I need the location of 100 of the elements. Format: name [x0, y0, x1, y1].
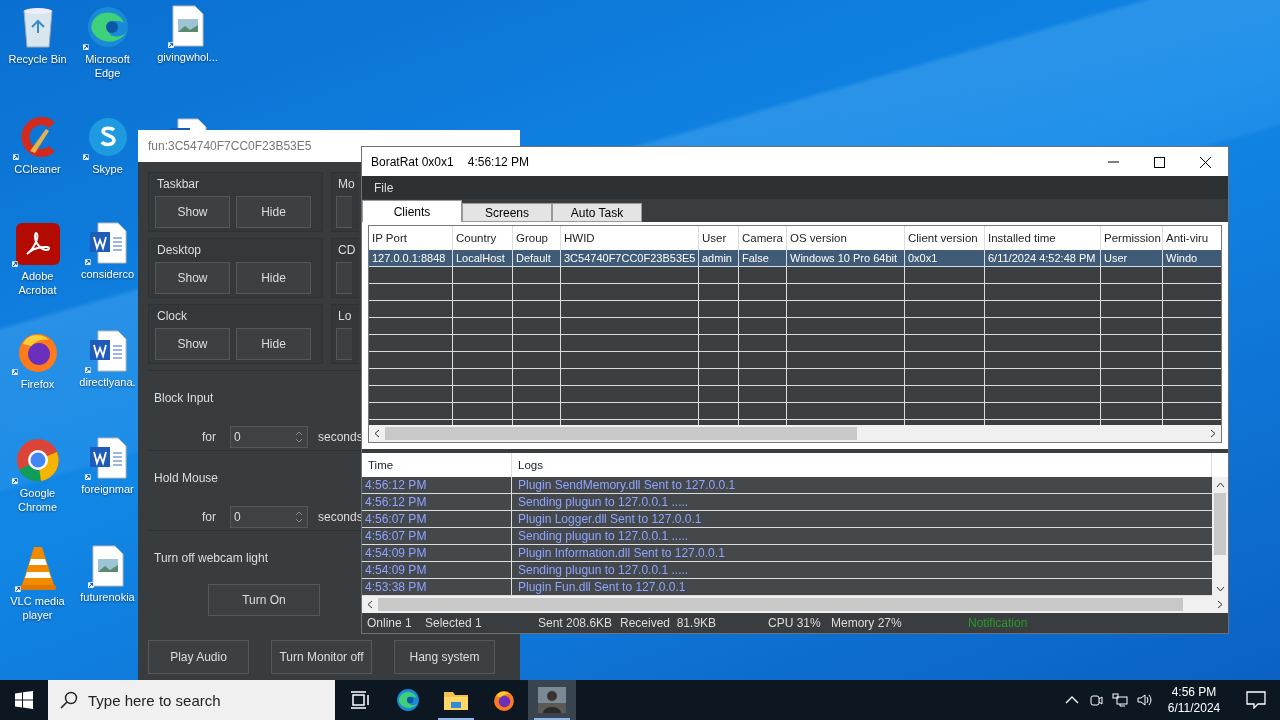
clock-date[interactable]: 6/11/2024	[1167, 700, 1221, 716]
clock-time[interactable]: 4:56 PM	[1171, 684, 1217, 700]
section-label: Turn off webcam light	[154, 550, 269, 567]
column-header[interactable]: Permission	[1101, 226, 1163, 250]
group-label: Desktop	[157, 242, 202, 259]
scrollbar-thumb[interactable]	[385, 427, 857, 440]
scrollbar-thumb[interactable]	[1214, 493, 1226, 555]
status-text: Sent 208.6KB	[538, 615, 614, 632]
column-header[interactable]: Anti-viru	[1163, 226, 1221, 250]
column-header[interactable]: User	[699, 226, 739, 250]
section-label: Hold Mouse	[154, 470, 219, 487]
status-text: Online 1	[367, 615, 413, 632]
browser-icon	[396, 688, 420, 712]
icon-label[interactable]: CCleaner	[14, 162, 61, 176]
action-button[interactable]: Play Audio	[148, 640, 249, 674]
icon-label[interactable]: futurenokia	[80, 590, 135, 604]
action-button[interactable]: Hide	[236, 262, 311, 294]
traffic-cone-icon[interactable]	[17, 545, 58, 591]
table-cell: False	[739, 250, 787, 267]
window-title: fun:3C54740F7CC0F23B53E5	[148, 138, 312, 155]
chevron-down-icon	[1215, 585, 1225, 593]
table-cell: Windows 10 Pro 64bit	[787, 250, 905, 267]
field-label: for	[202, 509, 216, 526]
action-button[interactable]: Show	[155, 262, 230, 294]
network-icon	[1112, 692, 1128, 708]
column-header[interactable]: Group	[513, 226, 561, 250]
column-header[interactable]: OS version	[787, 226, 905, 250]
chevron-left-icon	[373, 429, 381, 438]
table-cell: 6/11/2024 4:52:48 PM	[985, 250, 1101, 267]
column-header[interactable]: Camera	[739, 226, 787, 250]
windows-logo-icon	[15, 691, 33, 709]
camera-icon	[1088, 692, 1104, 708]
icon-label[interactable]: Skype	[92, 162, 123, 176]
group-label: Clock	[157, 308, 187, 325]
number-field[interactable]: 0	[230, 506, 308, 528]
icon-label[interactable]: VLC media player	[5, 594, 70, 622]
log-time: 4:56:07 PM	[365, 512, 427, 526]
group-label: Taskbar	[157, 176, 200, 193]
number-field[interactable]: 0	[230, 426, 308, 448]
tab[interactable]: Screens	[462, 203, 552, 222]
menu-item[interactable]: File	[374, 178, 394, 197]
log-message: Plugin SendMemory.dll Sent to 127.0.0.1	[518, 478, 736, 492]
status-text: Memory 27%	[831, 615, 903, 632]
status-text: Received 81.9KB	[620, 615, 718, 632]
table-cell: LocalHost	[453, 250, 513, 267]
chevron-up-icon	[1215, 481, 1225, 489]
chevron-right-icon	[1216, 600, 1224, 609]
pdf-icon[interactable]	[14, 222, 61, 266]
group-label: Mo	[338, 176, 355, 193]
icon-label[interactable]: Recycle Bin	[8, 52, 67, 66]
task-view-icon	[350, 691, 370, 709]
icon-label[interactable]: givingwhol...	[157, 50, 218, 64]
title-time: 4:56:12 PM	[467, 153, 530, 171]
column-header[interactable]: IP Port	[369, 226, 453, 250]
document-icon[interactable]	[87, 437, 128, 479]
browser-icon[interactable]	[85, 5, 130, 49]
taskbar-button[interactable]	[528, 680, 576, 720]
column-header[interactable]: Client version	[905, 226, 985, 250]
action-button[interactable]: Show	[155, 196, 230, 228]
action-button[interactable]: Show	[155, 328, 230, 360]
browser-icon	[492, 688, 516, 712]
action-button[interactable]: Turn Monitor off	[271, 640, 372, 674]
maximize-icon	[1153, 156, 1165, 168]
scrollbar[interactable]	[369, 425, 1221, 442]
group-label: Lo	[338, 308, 352, 325]
icon-label[interactable]: Adobe Acrobat	[5, 269, 70, 297]
column-header[interactable]: Country	[453, 226, 513, 250]
table-cell: 3C54740F7CC0F23B53E5	[561, 250, 699, 267]
scrollbar[interactable]	[1212, 477, 1228, 596]
icon-label[interactable]: foreignmar	[81, 482, 134, 496]
scrollbar[interactable]	[362, 596, 1228, 613]
search-field[interactable]: Type here to search	[48, 680, 335, 720]
icon-label[interactable]: considerco	[80, 267, 135, 281]
scrollbar-thumb[interactable]	[378, 598, 1183, 611]
action-button[interactable]: Hide	[236, 328, 311, 360]
image-file-icon[interactable]	[170, 5, 205, 47]
document-icon[interactable]	[87, 330, 128, 372]
action-button[interactable]: Turn On	[208, 584, 320, 616]
tab[interactable]: Clients	[362, 200, 462, 222]
log-message: Plugin Fun.dll Sent to 127.0.0.1	[518, 580, 686, 594]
action-button[interactable]: Hang system	[394, 640, 495, 674]
status-text: Selected 1	[425, 615, 483, 632]
log-time: 4:54:09 PM	[365, 546, 427, 560]
chevron-right-icon	[1209, 429, 1217, 438]
column-header[interactable]: HWID	[561, 226, 699, 250]
icon-label[interactable]: Microsoft Edge	[75, 52, 140, 80]
log-time: 4:53:38 PM	[365, 580, 427, 594]
browser-icon[interactable]	[14, 437, 61, 483]
log-time: 4:56:07 PM	[365, 529, 427, 543]
log-message: Plugin Information.dll Sent to 127.0.0.1	[518, 546, 725, 560]
chat-bubble-icon	[1246, 691, 1266, 709]
chat-icon[interactable]	[85, 115, 130, 159]
action-button[interactable]: Hide	[236, 196, 311, 228]
image-file-icon[interactable]	[90, 545, 125, 587]
icon-label[interactable]: Google Chrome	[5, 486, 70, 514]
log-message: Sending plugun to 127.0.0.1 .....	[518, 495, 689, 509]
column-header[interactable]: Installed time	[985, 226, 1101, 250]
table-cell: Default	[513, 250, 561, 267]
document-icon[interactable]	[87, 222, 128, 264]
tab[interactable]: Auto Task	[552, 203, 642, 222]
